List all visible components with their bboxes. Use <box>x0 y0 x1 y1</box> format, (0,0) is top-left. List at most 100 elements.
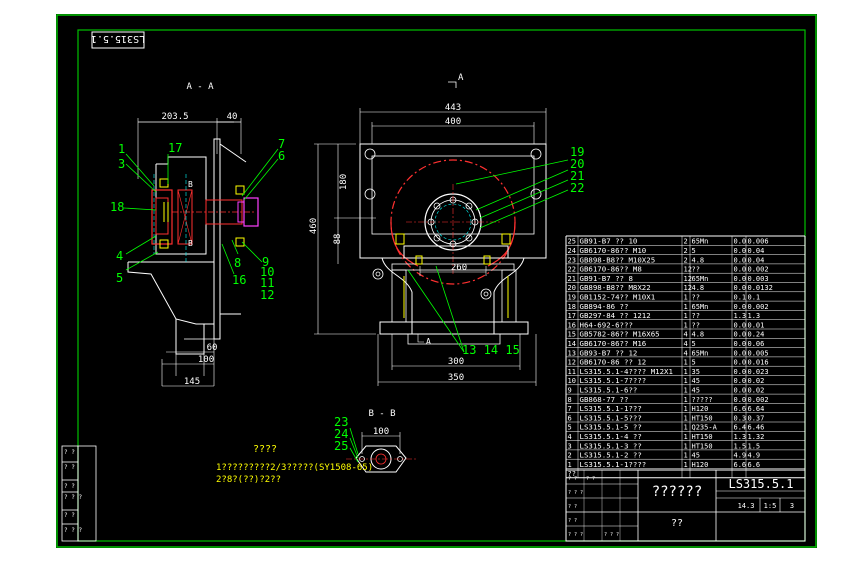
svg-text:? ? ?: ? ? ? <box>64 494 82 501</box>
svg-text:? ?: ? ? <box>64 464 75 471</box>
bom-item-number: 18 <box>568 303 576 311</box>
bom-cell: GB6170-86?? M10 <box>580 246 647 255</box>
bom-item-number: 12 <box>568 359 576 367</box>
bom-cell: 65Mn <box>692 303 709 311</box>
svg-text:? ? ?: ? ? ? <box>604 532 619 538</box>
bom-cell: 1 <box>684 387 688 395</box>
svg-text:? ?: ? ? <box>64 512 75 519</box>
bom-cell: 0.01 <box>748 321 765 329</box>
drawing-sheet: LS315.5.1 ? ? ? ? ? ? ? ? ? ? ? ? ? ? A - A <box>56 14 817 548</box>
bom-cell: 0.37 <box>748 414 765 422</box>
bom-cell: LS315.5.1-1???? <box>580 460 647 469</box>
svg-text:12: 12 <box>260 288 274 302</box>
bom-cell: GB6170-86?? M16 <box>580 339 647 348</box>
bom-cell: 35 <box>692 368 700 376</box>
bom-cell: GB898-B8?? M10X25 <box>580 255 656 264</box>
frame-code: LS315.5.1 <box>91 33 145 44</box>
bom-cell: 0.0 <box>734 284 747 292</box>
bom-cell: 0.1 <box>734 294 747 302</box>
svg-text:22: 22 <box>570 181 584 195</box>
bom-item-number: 14 <box>568 340 576 348</box>
bom-cell: 1 <box>684 442 688 450</box>
bom-item-number: 23 <box>568 256 576 264</box>
bom-cell: 1 <box>684 368 688 376</box>
bom-cell: 2 <box>684 256 688 264</box>
bom-cell: 0.0 <box>734 387 747 395</box>
bom-item-number: 8 <box>568 396 572 404</box>
svg-text:? ?: ? ? <box>586 476 595 482</box>
bom-cell: 0.0 <box>734 266 747 274</box>
svg-text:? ? ?: ? ? ? <box>568 490 583 496</box>
dim-443: 443 <box>445 103 461 113</box>
section-aa-view: B B <box>123 118 279 387</box>
bom-cell: 1 <box>684 405 688 413</box>
bom-cell: 65Mn <box>692 238 709 246</box>
bom-cell: 1 <box>684 433 688 441</box>
dim-260: 260 <box>451 263 467 273</box>
title-block-title: ?????? <box>652 484 703 500</box>
bom-cell: 0.0 <box>734 331 747 339</box>
dim-400: 400 <box>445 117 461 127</box>
bom-cell: 6.4 <box>734 424 747 432</box>
bom-cell: 6.6 <box>748 461 761 469</box>
bom-cell: ?? <box>692 294 700 302</box>
svg-text:25: 25 <box>334 439 348 453</box>
bom-cell: ????? <box>692 396 713 404</box>
section-aa-label: A - A <box>186 82 214 92</box>
bom-item-number: 5 <box>568 424 572 432</box>
bom-cell: H64-692-6??? <box>580 320 633 329</box>
title-block-marks: ? ? ? ? ? ? ? ? ? ? ? ? ? ? ? ? ? <box>568 476 619 538</box>
title-block-weight: 14.3 <box>738 502 755 510</box>
bom-item-number: 2 <box>568 452 572 460</box>
bom-cell: Q235-A <box>692 424 718 432</box>
bom-cell: 6.64 <box>748 405 765 413</box>
bom-cell: 4 <box>684 331 688 339</box>
bom-cell: 2 <box>684 238 688 246</box>
bom-cell: 45 <box>692 452 700 460</box>
bom-cell: 0.1 <box>748 294 761 302</box>
bom-cell: 45 <box>692 377 700 385</box>
svg-text:13 14 15: 13 14 15 <box>462 343 520 357</box>
svg-text:16: 16 <box>232 273 246 287</box>
dim-60: 60 <box>207 343 218 353</box>
bom-item-number: 1 <box>568 461 572 469</box>
bom-cell: GB868-77 ?? <box>580 395 629 404</box>
bom-cell: 1.5 <box>748 442 761 450</box>
bom-cell: GB91-B7 ?? 8 <box>580 274 633 283</box>
note-1: 1?????????2/3?????(SY1508-65) <box>216 463 373 473</box>
bom-item-number: 13 <box>568 349 576 357</box>
bom-cell: GB93-B7 ?? 12 <box>580 348 638 357</box>
bom-cell: 1 <box>684 377 688 385</box>
section-bb-label: B - B <box>368 409 395 419</box>
bom-item-number: 9 <box>568 387 572 395</box>
svg-text:B: B <box>188 239 193 248</box>
bom-cell: 1.3 <box>748 312 761 320</box>
bom-cell: 4.9 <box>734 452 747 460</box>
bom-item-number: 19 <box>568 294 576 302</box>
notes-title: ???? <box>253 444 277 455</box>
bom-cell: 0.0 <box>734 247 747 255</box>
bom-cell: LS315.5.1-5??? <box>580 413 642 422</box>
bom-cell: 5 <box>692 247 696 255</box>
bom-cell: 0.016 <box>748 359 769 367</box>
dim-40: 40 <box>227 112 238 122</box>
bom-cell: H120 <box>692 405 709 413</box>
bom-cell: 65Mn <box>692 349 709 357</box>
bom-cell: 1 <box>684 312 688 320</box>
bom-cell: GB91-B7 ?? 10 <box>580 237 638 246</box>
bom-cell: 0.02 <box>748 377 765 385</box>
bom-cell: 0.0 <box>734 359 747 367</box>
bom-cell: 1 <box>684 321 688 329</box>
bom-cell: 4.8 <box>692 256 705 264</box>
dim-145: 145 <box>184 377 200 387</box>
bom-item-number: 24 <box>568 247 576 255</box>
svg-text:5: 5 <box>116 271 123 285</box>
section-bb-callouts: 23 24 25 <box>334 415 348 453</box>
dim-180: 180 <box>339 174 349 190</box>
bom-cell: 4 <box>684 349 688 357</box>
bom-cell: LS315.5.1-6?? <box>580 386 638 395</box>
bom-cell: 0.0 <box>734 340 747 348</box>
bom-cell: 0.04 <box>748 247 765 255</box>
svg-text:? ?: ? ? <box>64 449 75 456</box>
svg-text:4: 4 <box>116 249 123 263</box>
